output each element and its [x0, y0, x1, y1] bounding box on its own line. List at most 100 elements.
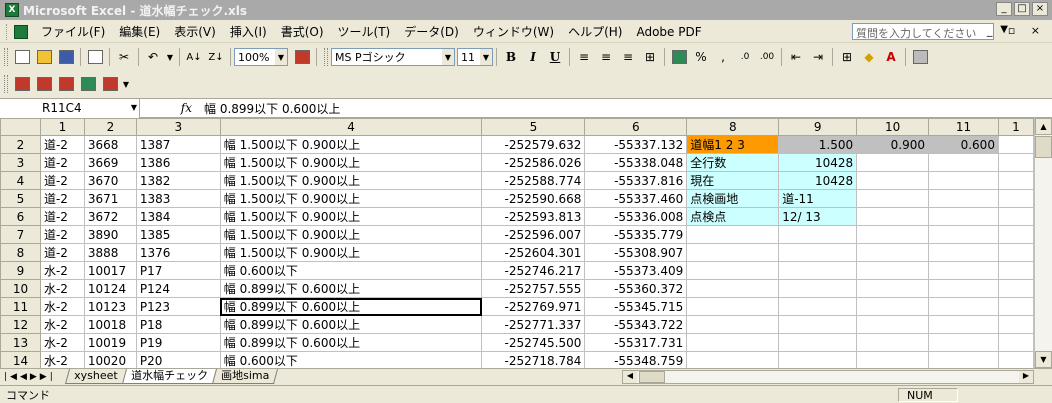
column-header[interactable]: 1: [39, 118, 85, 136]
align-right-icon[interactable]: ≡: [618, 47, 638, 67]
table-row[interactable]: 11 水-2 10123 P123 幅 0.899以下 0.600以上 -252769.9…: [0, 297, 1034, 316]
workbook-icon[interactable]: [14, 24, 28, 39]
menu-format[interactable]: 書式(O): [274, 21, 331, 42]
menu-grip[interactable]: [6, 23, 10, 40]
cell[interactable]: 幅 0.600以下: [219, 351, 483, 368]
row-header[interactable]: 6: [0, 207, 41, 226]
cell[interactable]: 3890: [83, 225, 137, 244]
cell[interactable]: 道-2: [39, 153, 85, 172]
percent-button[interactable]: %: [691, 47, 711, 67]
table-row[interactable]: 9 水-2 10017 P17 幅 0.600以下 -252746.217 -55373.4…: [0, 261, 1034, 280]
table-row[interactable]: 14 水-2 10020 P20 幅 0.600以下 -252718.784 -55348.…: [0, 351, 1034, 368]
chevron-down-icon[interactable]: ▼: [131, 99, 137, 117]
cell[interactable]: [928, 243, 999, 262]
cell[interactable]: 1386: [135, 153, 221, 172]
increase-decimal-icon[interactable]: .0: [735, 47, 755, 67]
cell[interactable]: 水-2: [39, 261, 85, 280]
cell[interactable]: [928, 279, 999, 298]
cell[interactable]: 幅 1.500以下 0.900以上: [219, 225, 483, 244]
cell[interactable]: 幅 1.500以下 0.900以上: [219, 189, 483, 208]
cell[interactable]: [778, 279, 858, 298]
cell[interactable]: P123: [135, 297, 221, 316]
cell[interactable]: 全行数: [686, 153, 780, 172]
row-header[interactable]: 4: [0, 171, 41, 190]
cell[interactable]: [928, 333, 999, 352]
cell[interactable]: -55373.409: [584, 261, 688, 280]
cell[interactable]: [856, 153, 930, 172]
cell[interactable]: -55336.008: [584, 207, 688, 226]
column-header[interactable]: 11: [928, 118, 999, 136]
cell[interactable]: 1387: [135, 135, 221, 154]
cell[interactable]: 水-2: [39, 315, 85, 334]
print-preview-icon[interactable]: [85, 47, 105, 67]
borders-icon[interactable]: ⊞: [837, 47, 857, 67]
menu-file[interactable]: ファイル(F): [34, 21, 112, 42]
scroll-down-icon[interactable]: ▼: [1035, 351, 1052, 368]
chevron-down-icon[interactable]: ▼: [442, 49, 454, 65]
toolbar-grip[interactable]: [4, 75, 8, 93]
sheet-tab-gachi-sima[interactable]: 画地sima: [211, 369, 278, 384]
cell[interactable]: -252757.555: [481, 279, 586, 298]
cell[interactable]: [856, 225, 930, 244]
cell[interactable]: -252745.500: [481, 333, 586, 352]
cell[interactable]: -55343.722: [584, 315, 688, 334]
cell[interactable]: 道-2: [39, 135, 85, 154]
cell[interactable]: [856, 315, 930, 334]
cell[interactable]: [856, 207, 930, 226]
zoom-select[interactable]: 100% ▼: [234, 48, 288, 66]
column-header[interactable]: 8: [686, 118, 780, 136]
column-header[interactable]: 1: [997, 118, 1034, 136]
cell[interactable]: -55360.372: [584, 279, 688, 298]
column-header[interactable]: 5: [481, 118, 586, 136]
cell[interactable]: -252604.301: [481, 243, 586, 262]
sort-ascending-icon[interactable]: A↓: [184, 47, 204, 67]
cell[interactable]: [856, 351, 930, 368]
cell[interactable]: 10428: [778, 153, 858, 172]
cell[interactable]: -252596.007: [481, 225, 586, 244]
cell[interactable]: 1382: [135, 171, 221, 190]
cell[interactable]: -55345.715: [584, 297, 688, 316]
cell[interactable]: [997, 171, 1034, 190]
cell[interactable]: -252586.026: [481, 153, 586, 172]
row-header[interactable]: 9: [0, 261, 41, 280]
align-center-icon[interactable]: ≡: [596, 47, 616, 67]
new-document-icon[interactable]: [12, 47, 32, 67]
cell[interactable]: -55337.132: [584, 135, 688, 154]
toolbar-options-icon[interactable]: [910, 47, 930, 67]
row-header[interactable]: 10: [0, 279, 41, 298]
cell[interactable]: [686, 225, 780, 244]
cell[interactable]: [928, 171, 999, 190]
cell[interactable]: [778, 261, 858, 280]
sort-descending-icon[interactable]: Z↓: [206, 47, 226, 67]
fill-color-icon[interactable]: ◆: [859, 47, 879, 67]
cell[interactable]: 道-2: [39, 243, 85, 262]
sheet-tab-active[interactable]: 道水幅チェック: [121, 369, 217, 384]
cell[interactable]: 幅 1.500以下 0.900以上: [219, 171, 483, 190]
save-icon[interactable]: [56, 47, 76, 67]
cell[interactable]: [928, 189, 999, 208]
undo-icon[interactable]: ↶: [143, 47, 163, 67]
row-header[interactable]: 8: [0, 243, 41, 262]
cell[interactable]: 10124: [83, 279, 137, 298]
cell[interactable]: 幅 1.500以下 0.900以上: [219, 243, 483, 262]
chevron-down-icon[interactable]: ▼: [275, 49, 287, 65]
italic-button[interactable]: I: [523, 47, 543, 67]
increase-indent-icon[interactable]: ⇥: [808, 47, 828, 67]
menu-tools[interactable]: ツール(T): [331, 21, 398, 42]
cell[interactable]: [778, 297, 858, 316]
toolbar-options-icon[interactable]: ▼: [122, 74, 130, 94]
close-button[interactable]: ×: [1032, 2, 1048, 16]
cell[interactable]: 10018: [83, 315, 137, 334]
cell[interactable]: 0.600: [928, 135, 999, 154]
cell[interactable]: [778, 225, 858, 244]
cell[interactable]: [856, 189, 930, 208]
cell[interactable]: 水-2: [39, 351, 85, 368]
cell[interactable]: -252746.217: [481, 261, 586, 280]
macro-3-icon[interactable]: [56, 74, 76, 94]
cell[interactable]: [686, 243, 780, 262]
column-header[interactable]: 6: [584, 118, 688, 136]
menu-insert[interactable]: 挿入(I): [223, 21, 274, 42]
cell[interactable]: [686, 333, 780, 352]
column-header[interactable]: 4: [219, 118, 483, 136]
align-left-icon[interactable]: ≡: [574, 47, 594, 67]
